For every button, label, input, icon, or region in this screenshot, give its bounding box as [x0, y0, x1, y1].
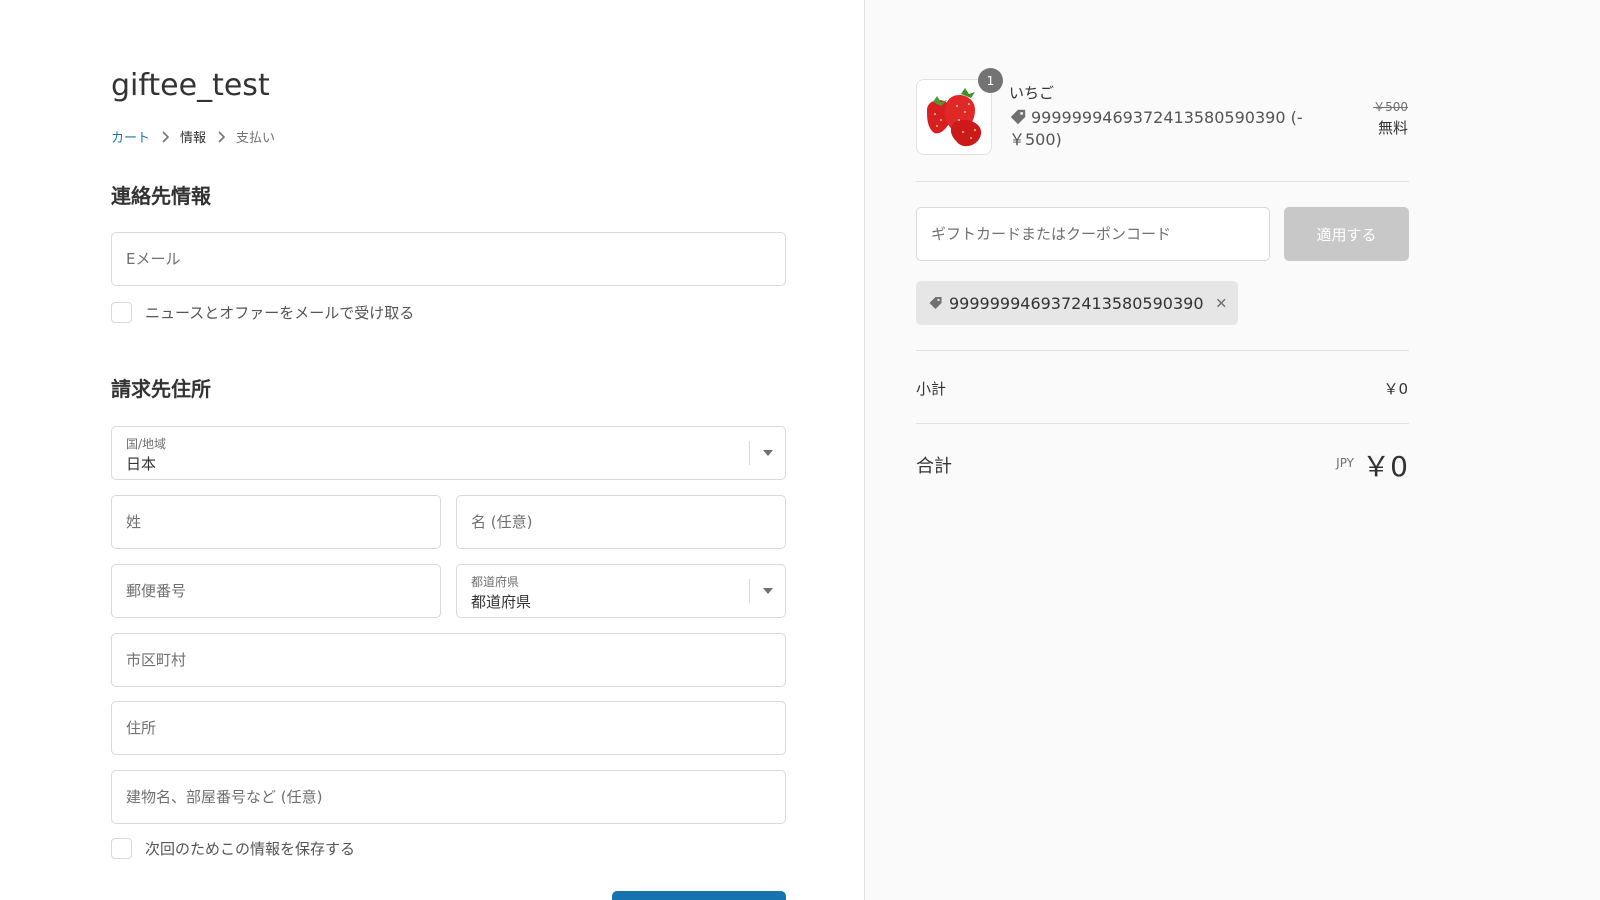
contact-section-title: 連絡先情報 [111, 184, 211, 208]
chevron-down-icon [763, 450, 773, 456]
prefecture-select[interactable]: 都道府県 都道府県 [456, 564, 786, 618]
chevron-down-icon [763, 588, 773, 594]
subtotal-value: ￥0 [1383, 380, 1408, 398]
close-icon[interactable] [1216, 296, 1227, 310]
breadcrumb-cart-link[interactable]: カート [111, 127, 150, 146]
newsletter-label: ニュースとオファーをメールで受け取る [145, 304, 415, 322]
newsletter-row: ニュースとオファーをメールで受け取る [111, 302, 414, 323]
coupon-field-wrapper [916, 207, 1270, 261]
prefecture-select-value: 都道府県 [471, 593, 532, 611]
price-original: ￥500 [1373, 100, 1408, 114]
country-select-value: 日本 [126, 455, 157, 473]
prefecture-select-label: 都道府県 [471, 575, 520, 589]
total-value: ￥0 [1362, 450, 1408, 483]
divider [916, 423, 1409, 424]
applied-discount-chip: 9999999469372413580590390 [916, 281, 1238, 325]
strawberry-image [917, 80, 991, 154]
first-name-field-wrapper [456, 495, 786, 549]
email-field-wrapper [111, 232, 786, 286]
postal-code-field-wrapper [111, 564, 441, 618]
chevron-right-icon [162, 130, 170, 143]
newsletter-checkbox[interactable] [111, 302, 132, 323]
quantity-badge: 1 [978, 68, 1003, 93]
breadcrumb-payment: 支払い [236, 131, 276, 146]
address-field[interactable] [112, 702, 785, 754]
product-discount-text: 9999999469372413580590390 (-￥500) [1009, 108, 1303, 149]
total-label: 合計 [916, 456, 952, 477]
product-discount: 9999999469372413580590390 (-￥500) [1009, 107, 1309, 151]
coupon-field[interactable] [917, 208, 1269, 260]
city-field-wrapper [111, 633, 786, 687]
billing-section-title: 請求先住所 [111, 377, 211, 401]
divider [916, 350, 1409, 351]
country-select[interactable]: 国/地域 日本 [111, 426, 786, 480]
building-field-wrapper [111, 770, 786, 824]
country-select-label: 国/地域 [126, 437, 167, 451]
select-divider [749, 579, 750, 603]
tag-icon [929, 297, 942, 309]
last-name-field-wrapper [111, 495, 441, 549]
last-name-field[interactable] [112, 496, 440, 548]
save-info-row: 次回のためこの情報を保存する [111, 838, 355, 859]
first-name-field[interactable] [457, 496, 785, 548]
city-field[interactable] [112, 634, 785, 686]
postal-code-field[interactable] [112, 565, 440, 617]
building-field[interactable] [112, 771, 785, 823]
chevron-right-icon [218, 130, 226, 143]
continue-button[interactable] [612, 891, 786, 900]
total-currency: JPY [1336, 456, 1354, 470]
save-info-label: 次回のためこの情報を保存する [145, 840, 356, 858]
subtotal-label: 小計 [916, 380, 947, 398]
breadcrumb-info: 情報 [180, 131, 207, 146]
email-field[interactable] [112, 233, 785, 285]
breadcrumb: カート 情報 支払い [111, 127, 275, 146]
select-divider [749, 441, 750, 465]
checkout-form-panel: giftee_test カート 情報 支払い 連絡先情報 ニュースとオファーをメ… [0, 0, 864, 900]
divider [916, 181, 1409, 182]
discount-code: 9999999469372413580590390 [949, 293, 1204, 313]
save-info-checkbox[interactable] [111, 838, 132, 859]
apply-coupon-button[interactable]: 適用する [1284, 207, 1409, 261]
tag-icon [1010, 109, 1026, 125]
product-name: いちご [1009, 84, 1055, 102]
store-title: giftee_test [111, 68, 270, 103]
address-field-wrapper [111, 701, 786, 755]
product-thumbnail [916, 79, 992, 155]
price-final: 無料 [1377, 119, 1408, 137]
